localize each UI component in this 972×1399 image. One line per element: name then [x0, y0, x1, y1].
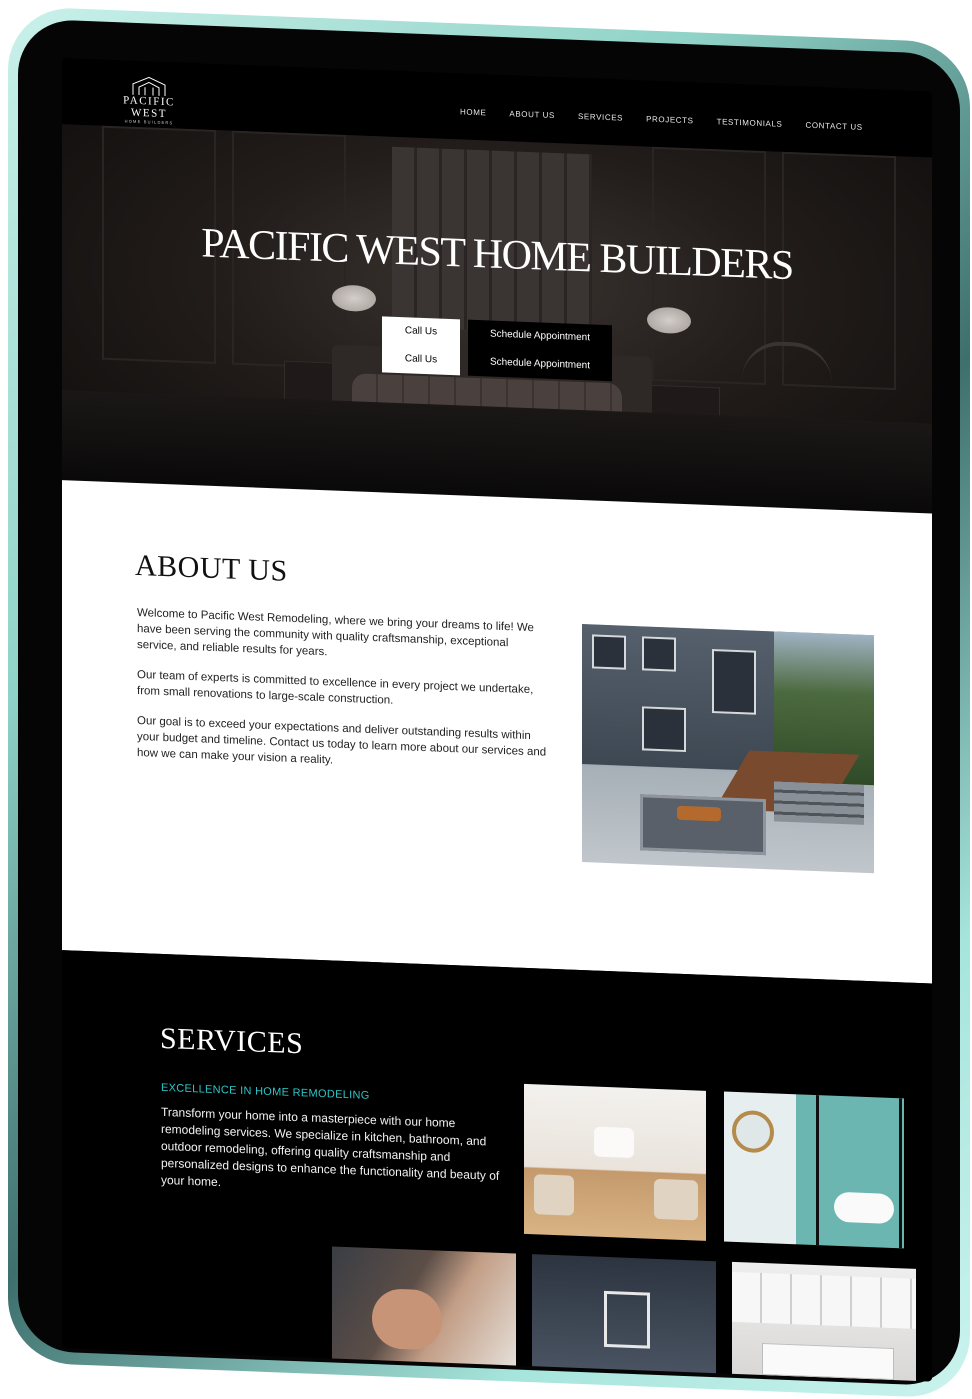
patio-photo: [582, 624, 874, 874]
stone-steps-image: [774, 781, 864, 825]
hands-image: [372, 1287, 442, 1351]
services-tagline: EXCELLENCE IN HOME REMODELING: [161, 1081, 370, 1102]
website-screen: PACIFIC WEST HOME BUILDERS HOME ABOUT US…: [62, 58, 932, 1382]
brand-logo[interactable]: PACIFIC WEST HOME BUILDERS: [104, 74, 194, 125]
nav-menu: HOME ABOUT US SERVICES PROJECTS TESTIMON…: [460, 107, 886, 132]
nav-item-about-us[interactable]: ABOUT US: [509, 109, 555, 120]
services-heading: SERVICES: [160, 1021, 304, 1061]
bathroom-photo: [724, 1091, 904, 1249]
fire-image: [677, 805, 721, 822]
kitchen-photo: [732, 1261, 916, 1382]
call-us-label-secondary: Call Us: [404, 353, 438, 366]
nav-item-contact-us[interactable]: CONTACT US: [805, 121, 862, 132]
services-description: Transform your home into a masterpiece w…: [161, 1104, 500, 1190]
call-us-button[interactable]: Call Us Call Us: [382, 316, 460, 376]
chair-image: [742, 340, 832, 428]
schedule-appointment-button[interactable]: Schedule Appointment Schedule Appointmen…: [468, 319, 612, 382]
nav-item-projects[interactable]: PROJECTS: [646, 115, 693, 126]
about-text: Welcome to Pacific West Remodeling, wher…: [137, 605, 547, 791]
blueprint-work-photo: [332, 1246, 516, 1374]
shower-glass-image: [816, 1095, 902, 1249]
hero-section: PACIFIC WEST HOME BUILDERS Call Us Call …: [62, 124, 932, 514]
living-room-photo: [524, 1083, 706, 1241]
brand-name: PACIFIC WEST: [123, 94, 175, 121]
cabinets-image: [732, 1271, 916, 1329]
call-us-label: Call Us: [404, 325, 438, 338]
logo-frame-image: [604, 1290, 650, 1349]
about-heading: ABOUT US: [135, 548, 288, 588]
about-paragraph: Our team of experts is committed to exce…: [137, 668, 534, 707]
about-paragraph: Welcome to Pacific West Remodeling, wher…: [137, 606, 534, 659]
nav-item-home[interactable]: HOME: [460, 107, 486, 117]
about-paragraph: Our goal is to exceed your expectations …: [137, 714, 547, 767]
about-section: ABOUT US Welcome to Pacific West Remodel…: [62, 480, 932, 984]
kitchen-island-image: [762, 1342, 894, 1381]
schedule-label: Schedule Appointment: [489, 328, 591, 344]
tablet-bezel: PACIFIC WEST HOME BUILDERS HOME ABOUT US…: [18, 18, 960, 1387]
house-exterior-image: [582, 624, 782, 772]
nav-item-testimonials[interactable]: TESTIMONIALS: [717, 117, 783, 129]
bathtub-image: [834, 1191, 894, 1225]
nav-item-services[interactable]: SERVICES: [578, 112, 623, 123]
round-mirror-image: [732, 1109, 774, 1154]
logo-sign-photo: [532, 1254, 716, 1382]
fire-pit-image: [640, 794, 766, 856]
schedule-label-secondary: Schedule Appointment: [489, 356, 591, 372]
tablet-frame: PACIFIC WEST HOME BUILDERS HOME ABOUT US…: [8, 6, 970, 1399]
services-section: SERVICES EXCELLENCE IN HOME REMODELING T…: [62, 950, 932, 1382]
